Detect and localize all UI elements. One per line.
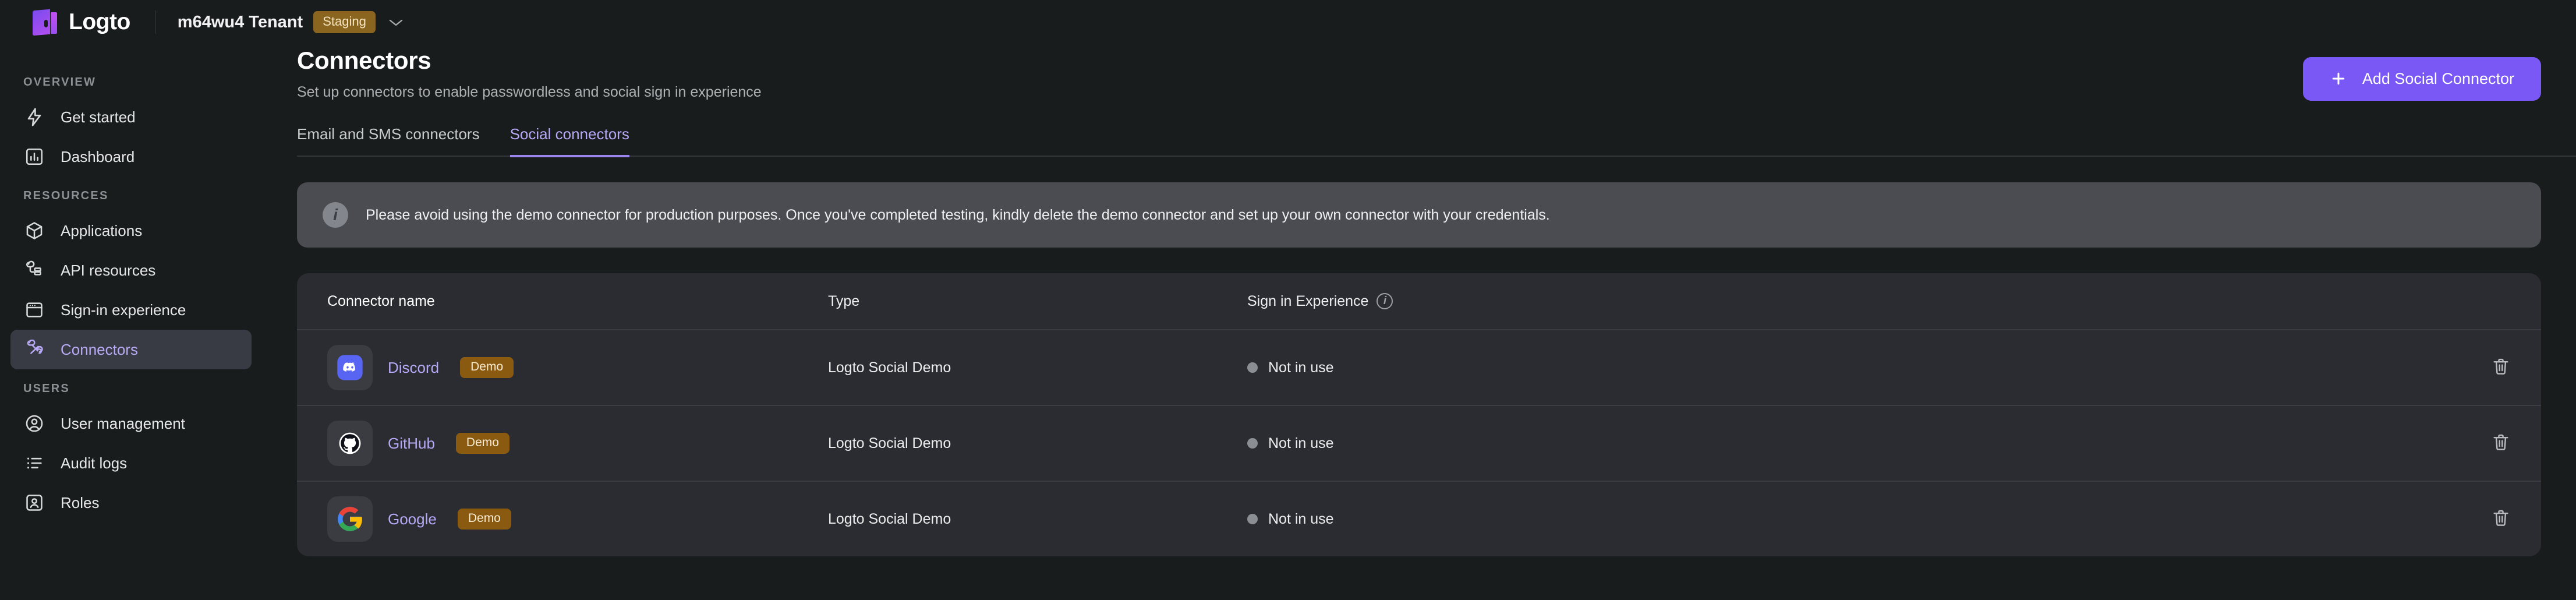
sidebar-item-audit-logs[interactable]: Audit logs xyxy=(10,443,252,483)
column-header-sign-in-experience: Sign in Experience i xyxy=(1247,293,1393,310)
top-bar: Logto m64wu4 Tenant Staging xyxy=(0,0,2576,44)
trash-icon[interactable] xyxy=(2491,357,2511,379)
tenant-selector[interactable]: m64wu4 Tenant Staging xyxy=(178,11,404,33)
connector-type: Logto Social Demo xyxy=(828,435,1247,452)
status-badge: Not in use xyxy=(1268,511,1334,528)
sidebar-item-get-started[interactable]: Get started xyxy=(10,97,252,137)
sidebar: OVERVIEW Get started Dashboard RESOURCES… xyxy=(0,0,262,600)
sidebar-item-label: Applications xyxy=(61,222,142,240)
info-icon[interactable]: i xyxy=(1377,293,1393,309)
status-badge: Not in use xyxy=(1268,435,1334,452)
table-row[interactable]: Discord Demo Logto Social Demo Not in us… xyxy=(297,329,2541,405)
table-row[interactable]: GitHub Demo Logto Social Demo Not in use xyxy=(297,405,2541,481)
sidebar-section-resources: RESOURCES xyxy=(0,189,262,203)
tab-email-and-sms-connectors[interactable]: Email and SMS connectors xyxy=(297,125,480,157)
sidebar-item-label: Audit logs xyxy=(61,454,127,472)
browser-window-icon xyxy=(23,299,45,321)
status-dot-icon xyxy=(1247,438,1258,449)
lightning-icon xyxy=(23,106,45,128)
connector-tabs: Email and SMS connectors Social connecto… xyxy=(297,125,2576,157)
user-circle-icon xyxy=(23,412,45,435)
column-header-connector-name: Connector name xyxy=(327,293,828,310)
list-icon xyxy=(23,452,45,474)
status-badge: Not in use xyxy=(1268,359,1334,376)
page-title: Connectors xyxy=(297,47,762,75)
connector-type: Logto Social Demo xyxy=(828,359,1247,376)
status-dot-icon xyxy=(1247,514,1258,524)
sidebar-item-applications[interactable]: Applications xyxy=(10,211,252,250)
tab-social-connectors[interactable]: Social connectors xyxy=(510,125,629,157)
logto-logo-icon xyxy=(33,9,59,36)
sidebar-section-overview: OVERVIEW xyxy=(0,76,262,89)
trash-icon[interactable] xyxy=(2491,508,2511,531)
cube-icon xyxy=(23,220,45,242)
sidebar-section-users: USERS xyxy=(0,382,262,396)
demo-badge: Demo xyxy=(456,433,509,454)
sidebar-item-label: User management xyxy=(61,415,185,433)
demo-connector-alert: i Please avoid using the demo connector … xyxy=(297,182,2541,248)
sidebar-item-user-management[interactable]: User management xyxy=(10,404,252,443)
connector-name-link[interactable]: Discord xyxy=(388,359,439,377)
page-subtitle: Set up connectors to enable passwordless… xyxy=(297,84,762,101)
sidebar-item-label: API resources xyxy=(61,262,155,280)
discord-logo xyxy=(327,345,373,390)
github-logo xyxy=(327,421,373,466)
tenant-environment-badge: Staging xyxy=(313,11,376,33)
sidebar-item-label: Get started xyxy=(61,108,136,126)
chevron-down-icon[interactable] xyxy=(388,15,404,30)
sidebar-item-label: Dashboard xyxy=(61,148,135,166)
column-header-type: Type xyxy=(828,293,1247,310)
tenant-name: m64wu4 Tenant xyxy=(178,13,303,32)
api-resources-icon xyxy=(23,259,45,281)
connector-name-link[interactable]: GitHub xyxy=(388,435,435,453)
app-root: Logto m64wu4 Tenant Staging OVERVIEW Get… xyxy=(0,0,2576,600)
google-logo xyxy=(327,496,373,542)
demo-badge: Demo xyxy=(458,509,511,530)
sidebar-item-label: Connectors xyxy=(61,341,138,359)
connectors-table: Connector name Type Sign in Experience i… xyxy=(297,273,2541,556)
demo-badge: Demo xyxy=(460,357,514,378)
sidebar-item-sign-in-experience[interactable]: Sign-in experience xyxy=(10,290,252,330)
sidebar-item-connectors[interactable]: Connectors xyxy=(10,330,252,369)
sidebar-item-dashboard[interactable]: Dashboard xyxy=(10,137,252,177)
sidebar-item-label: Roles xyxy=(61,494,99,512)
roles-icon xyxy=(23,492,45,514)
status-dot-icon xyxy=(1247,362,1258,373)
table-row[interactable]: Google Demo Logto Social Demo Not in use xyxy=(297,481,2541,556)
connectors-icon xyxy=(23,338,45,361)
alert-message: Please avoid using the demo connector fo… xyxy=(366,204,1550,227)
main-content: Connectors Set up connectors to enable p… xyxy=(262,0,2576,600)
info-icon: i xyxy=(323,202,348,228)
add-social-connector-label: Add Social Connector xyxy=(2362,70,2514,88)
add-social-connector-button[interactable]: Add Social Connector xyxy=(2303,57,2541,101)
plus-icon xyxy=(2330,70,2347,87)
connector-name-link[interactable]: Google xyxy=(388,510,437,528)
trash-icon[interactable] xyxy=(2491,432,2511,455)
table-header-row: Connector name Type Sign in Experience i xyxy=(297,273,2541,329)
connector-type: Logto Social Demo xyxy=(828,511,1247,528)
sidebar-item-api-resources[interactable]: API resources xyxy=(10,250,252,290)
brand-name: Logto xyxy=(69,9,130,35)
page-header: Connectors Set up connectors to enable p… xyxy=(262,47,2576,101)
sidebar-item-label: Sign-in experience xyxy=(61,301,186,319)
sidebar-item-roles[interactable]: Roles xyxy=(10,483,252,523)
logto-brand[interactable]: Logto xyxy=(33,9,130,36)
bar-chart-icon xyxy=(23,146,45,168)
